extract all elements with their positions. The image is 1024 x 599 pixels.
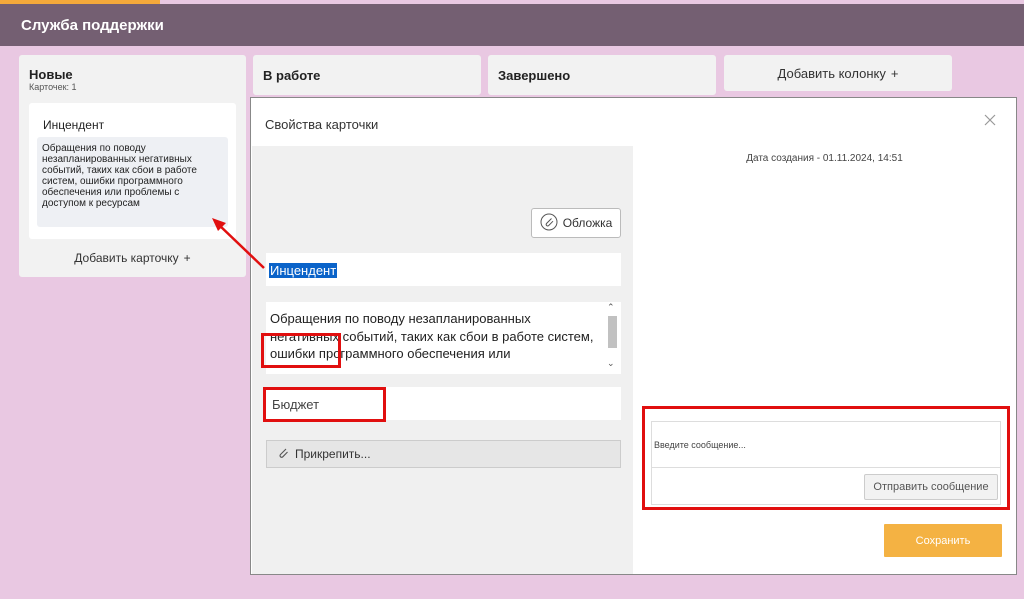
- message-input[interactable]: [652, 422, 1000, 468]
- card-description-field[interactable]: Обращения по поводу незапланированных не…: [266, 302, 621, 374]
- column-in-progress: В работе: [253, 55, 481, 95]
- card-name-value: Инцендент: [269, 263, 338, 278]
- add-card-label: Добавить карточку: [74, 251, 179, 265]
- add-column-button[interactable]: Добавить колонку +: [724, 55, 952, 91]
- card-title: Инцендент: [43, 118, 105, 132]
- app-title: Служба поддержки: [21, 17, 164, 34]
- column-new: Новые Карточек: 1 Инцендент Обращения по…: [19, 55, 246, 277]
- card-description: Обращения по поводу незапланированных не…: [37, 137, 228, 227]
- cover-label: Обложка: [562, 216, 613, 230]
- scroll-up-icon: ⌃: [607, 302, 615, 312]
- modal-title: Свойства карточки: [265, 117, 379, 132]
- column-title: Завершено: [498, 68, 571, 83]
- plus-icon: +: [890, 65, 899, 81]
- budget-field[interactable]: Бюджет: [266, 387, 621, 420]
- paperclip-circle-icon: [540, 213, 558, 234]
- add-column-label: Добавить колонку: [777, 65, 886, 81]
- attach-label: Прикрепить...: [295, 447, 371, 461]
- save-button[interactable]: Сохранить: [884, 524, 1002, 557]
- column-card-count: Карточек: 1: [29, 82, 77, 92]
- description-scrollbar[interactable]: ⌃ ⌄: [605, 302, 619, 374]
- add-card-button[interactable]: Добавить карточку +: [19, 251, 246, 265]
- card-name-field[interactable]: Инцендент: [266, 253, 621, 286]
- close-icon[interactable]: [982, 112, 998, 128]
- created-date: Дата создания - 01.11.2024, 14:51: [746, 153, 903, 164]
- plus-icon: +: [183, 251, 191, 265]
- column-done: Завершено: [488, 55, 716, 95]
- message-box: Отправить сообщение: [651, 421, 1001, 505]
- card-editor-pane: Обложка Инцендент Обращения по поводу не…: [252, 146, 633, 574]
- send-message-button[interactable]: Отправить сообщение: [864, 474, 998, 500]
- column-title: В работе: [263, 68, 321, 83]
- card-properties-modal: Свойства карточки Обложка Инцендент Обра…: [250, 97, 1017, 575]
- paperclip-icon: [277, 447, 289, 462]
- cover-button[interactable]: Обложка: [531, 208, 621, 238]
- attach-button[interactable]: Прикрепить...: [266, 440, 621, 468]
- scrollbar-thumb[interactable]: [608, 316, 617, 348]
- app-header: Служба поддержки: [0, 4, 1024, 46]
- scroll-down-icon: ⌄: [607, 358, 615, 368]
- card-activity-pane: Дата создания - 01.11.2024, 14:51 Отправ…: [633, 146, 1016, 574]
- kanban-card[interactable]: Инцендент Обращения по поводу незапланир…: [29, 103, 236, 239]
- column-title: Новые: [29, 67, 73, 82]
